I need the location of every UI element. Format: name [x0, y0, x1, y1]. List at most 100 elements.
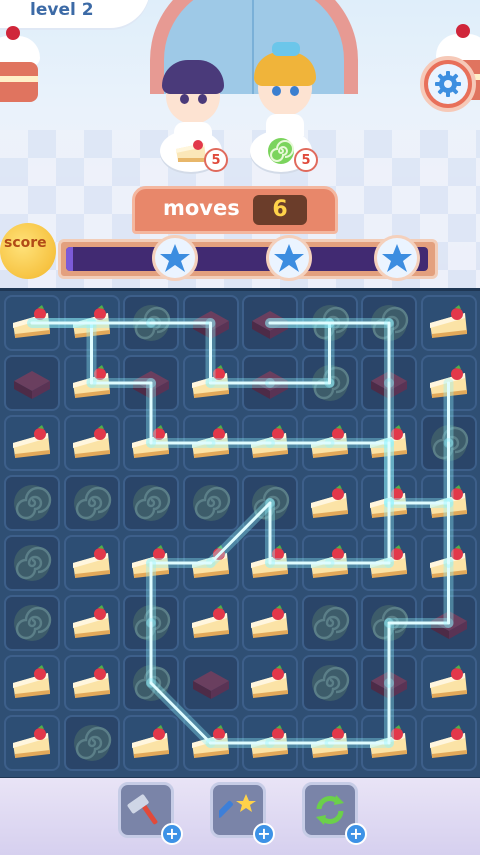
magic-wand-booster-button[interactable]: +	[210, 782, 275, 845]
board-tile[interactable]	[63, 475, 120, 531]
board-tile[interactable]	[301, 655, 358, 711]
board-tile[interactable]	[182, 595, 239, 651]
cheesecake-slice-icon	[132, 725, 169, 758]
board-tile[interactable]	[4, 535, 60, 591]
settings-button[interactable]	[420, 56, 476, 112]
cheesecake-slice-icon	[72, 605, 110, 638]
board-tile[interactable]	[361, 535, 417, 591]
cheesecake-slice-icon	[13, 665, 50, 698]
swiss-roll-icon	[14, 545, 52, 581]
board-tile[interactable]	[301, 295, 358, 351]
board-tile[interactable]	[123, 295, 179, 351]
board-tile[interactable]	[4, 475, 60, 531]
board-tile[interactable]	[4, 295, 60, 351]
board-tile[interactable]	[123, 595, 179, 651]
chocolate-brownie-icon	[430, 611, 467, 639]
board-tile[interactable]	[182, 295, 239, 351]
board-tile[interactable]	[182, 655, 239, 711]
board-tile[interactable]	[361, 715, 417, 771]
board-tile[interactable]	[420, 415, 477, 471]
board-tile[interactable]	[63, 415, 120, 471]
swiss-roll-icon	[252, 485, 290, 521]
board-tile[interactable]	[242, 295, 298, 351]
gear-icon	[435, 71, 461, 97]
star-icon	[274, 244, 304, 272]
board-tile[interactable]	[123, 475, 179, 531]
hammer-booster-button[interactable]: +	[118, 782, 183, 845]
board-tile[interactable]	[123, 715, 179, 771]
cheesecake-slice-icon	[72, 305, 110, 338]
board-tile[interactable]	[63, 355, 120, 411]
board-tile[interactable]	[301, 715, 358, 771]
cheesecake-slice-icon	[429, 305, 467, 338]
board-tile[interactable]	[361, 655, 417, 711]
board-tile[interactable]	[63, 295, 120, 351]
cheesecake-slice-icon	[13, 305, 50, 338]
shuffle-booster-button[interactable]: +	[302, 782, 367, 845]
cheesecake-slice-icon	[370, 545, 407, 578]
goal-count: 5	[294, 148, 318, 172]
board-tile[interactable]	[242, 355, 298, 411]
swiss-roll-icon	[430, 425, 468, 461]
swiss-roll-icon	[73, 485, 111, 521]
board-tile[interactable]	[420, 355, 477, 411]
board-tile[interactable]	[361, 475, 417, 531]
board-tile[interactable]	[182, 535, 239, 591]
add-booster-icon[interactable]: +	[253, 823, 275, 845]
board-tile[interactable]	[420, 595, 477, 651]
board-tile[interactable]	[4, 415, 60, 471]
board-tile[interactable]	[63, 595, 120, 651]
cheesecake-slice-icon	[429, 725, 467, 758]
swiss-roll-icon	[311, 305, 349, 341]
board-tile[interactable]	[420, 295, 477, 351]
board-tile[interactable]	[4, 655, 60, 711]
board-tile[interactable]	[301, 595, 358, 651]
cheesecake-slice-icon	[13, 425, 50, 458]
chef-boy-character	[158, 50, 228, 144]
board-tile[interactable]	[182, 355, 239, 411]
board-tile[interactable]	[420, 535, 477, 591]
board-tile[interactable]	[123, 355, 179, 411]
cheesecake-slice-icon	[251, 545, 288, 578]
board-tile[interactable]	[361, 415, 417, 471]
chocolate-brownie-icon	[371, 671, 407, 699]
board-tile[interactable]	[242, 715, 298, 771]
board-tile[interactable]	[420, 655, 477, 711]
board-tile[interactable]	[4, 595, 60, 651]
board-tile[interactable]	[361, 595, 417, 651]
board-tile[interactable]	[63, 535, 120, 591]
score-star-3	[374, 235, 420, 281]
board-tile[interactable]	[301, 355, 358, 411]
board-tile[interactable]	[242, 475, 298, 531]
board-tile[interactable]	[182, 475, 239, 531]
booster-bar: + + +	[0, 778, 480, 855]
board-tile[interactable]	[301, 475, 358, 531]
cheesecake-slice-icon	[72, 365, 110, 398]
add-booster-icon[interactable]: +	[345, 823, 367, 845]
game-board	[0, 288, 480, 781]
board-tile[interactable]	[301, 415, 358, 471]
board-tile[interactable]	[361, 355, 417, 411]
board-tile[interactable]	[420, 475, 477, 531]
board-tile[interactable]	[420, 715, 477, 771]
board-tile[interactable]	[63, 655, 120, 711]
board-tile[interactable]	[242, 535, 298, 591]
board-tile[interactable]	[361, 295, 417, 351]
cheesecake-slice-icon	[251, 725, 288, 758]
board-tile[interactable]	[123, 535, 179, 591]
board-tile[interactable]	[242, 595, 298, 651]
board-tile[interactable]	[301, 535, 358, 591]
board-tile[interactable]	[182, 415, 239, 471]
board-tile[interactable]	[242, 415, 298, 471]
board-tile[interactable]	[242, 655, 298, 711]
score-star-1	[152, 235, 198, 281]
board-tile[interactable]	[63, 715, 120, 771]
board-tile[interactable]	[123, 415, 179, 471]
board-tile[interactable]	[4, 715, 60, 771]
board-tile[interactable]	[182, 715, 239, 771]
shuffle-icon	[316, 795, 344, 825]
add-booster-icon[interactable]: +	[161, 823, 183, 845]
board-tile[interactable]	[4, 355, 60, 411]
board-tile[interactable]	[123, 655, 179, 711]
score-label: score	[4, 235, 47, 251]
